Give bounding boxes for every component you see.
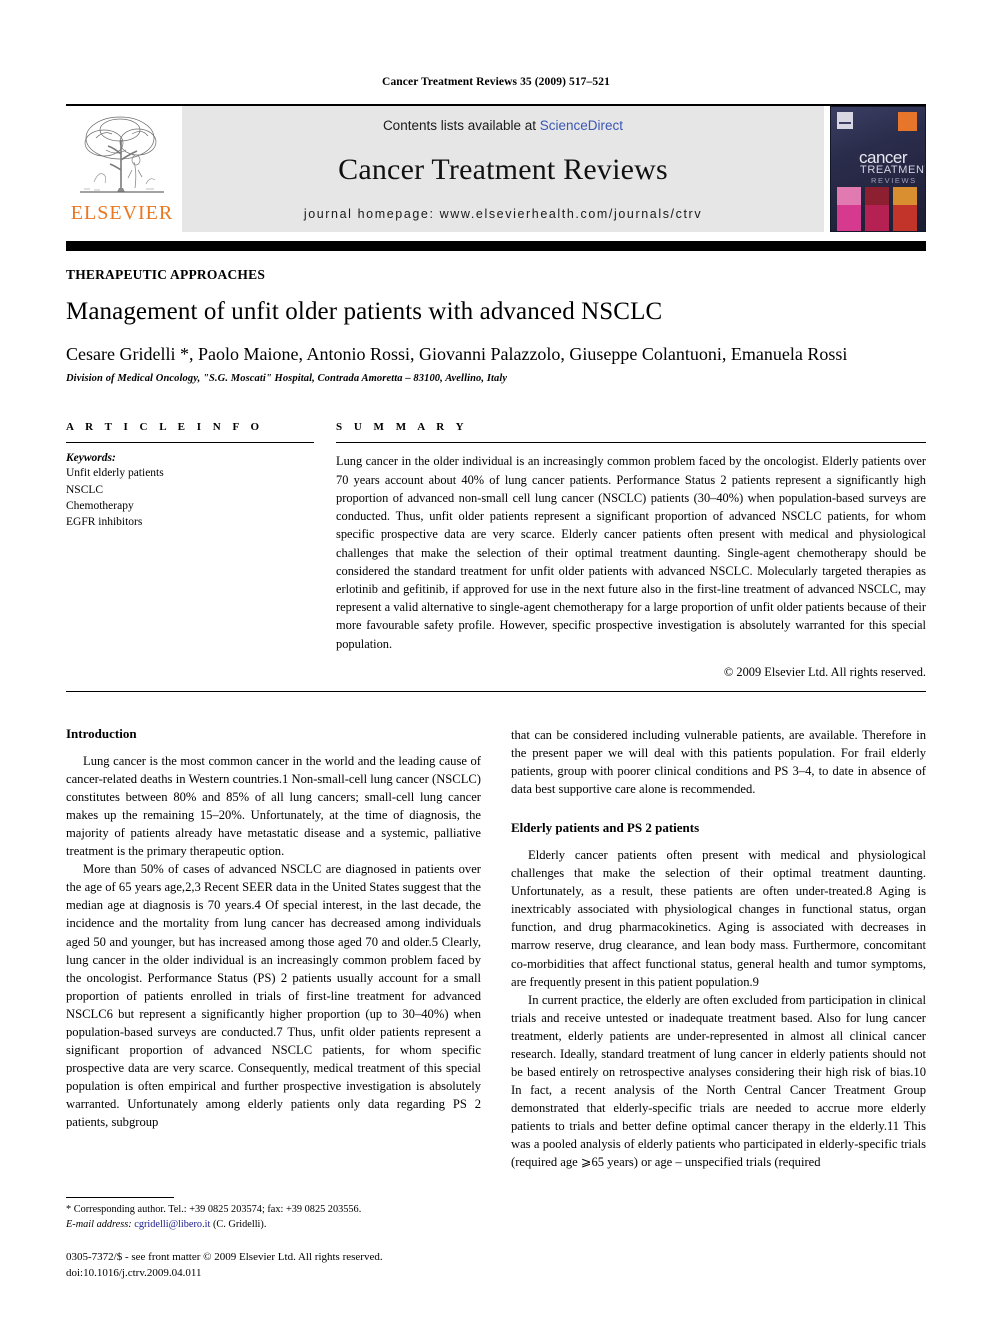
list-item: NSCLC: [66, 483, 104, 496]
article-info-rule: [66, 442, 314, 444]
body-column-right: that can be considered including vulnera…: [511, 726, 926, 1281]
cover-title-reviews: REVIEWS: [871, 176, 917, 185]
paragraph: More than 50% of cases of advanced NSCLC…: [66, 862, 481, 1130]
elsevier-wordmark: ELSEVIER: [70, 202, 174, 224]
sciencedirect-link[interactable]: ScienceDirect: [540, 118, 623, 133]
summary-text: Lung cancer in the older individual is a…: [336, 454, 926, 651]
elsevier-logo: ELSEVIER: [66, 106, 178, 232]
journal-cover-thumbnail: cancer TREATMENT REVIEWS: [830, 106, 926, 232]
cover-elsevier-icon: [837, 112, 853, 129]
summary-heading: S U M M A R Y: [336, 421, 469, 434]
paragraph: Elderly cancer patients often present wi…: [511, 848, 926, 989]
email-note: E-mail address: cgridelli@libero.it (C. …: [66, 1218, 481, 1233]
issn-block: 0305-7372/$ - see front matter © 2009 El…: [66, 1250, 481, 1281]
affiliation: Division of Medical Oncology, "S.G. Mosc…: [66, 373, 508, 385]
keywords-list: Unfit elderly patients NSCLC Chemotherap…: [66, 465, 314, 530]
body-column-left: Introduction Lung cancer is the most com…: [66, 726, 481, 1281]
page-title: Management of unfit older patients with …: [66, 298, 663, 325]
footnote-area: * Corresponding author. Tel.: +39 0825 2…: [66, 1197, 481, 1281]
footnote-rule: [66, 1197, 174, 1199]
cover-title-treatment: TREATMENT: [860, 164, 926, 176]
list-item: Chemotherapy: [66, 500, 134, 512]
journal-homepage-line[interactable]: journal homepage: www.elsevierhealth.com…: [304, 207, 702, 221]
running-head: Cancer Treatment Reviews 35 (2009) 517–5…: [382, 76, 610, 88]
journal-masthead: ELSEVIER Contents lists available at Sci…: [66, 104, 926, 232]
copyright-line: © 2009 Elsevier Ltd. All rights reserved…: [723, 664, 926, 679]
email-label: E-mail address:: [66, 1218, 132, 1230]
corresponding-author-note: * Corresponding author. Tel.: +39 0825 2…: [66, 1204, 362, 1216]
info-summary-block: A R T I C L E I N F O Keywords: Unfit el…: [66, 421, 926, 680]
paragraph: that can be considered including vulnera…: [511, 727, 926, 797]
email-link[interactable]: cgridelli@libero.it: [134, 1219, 210, 1230]
journal-article-page: Cancer Treatment Reviews 35 (2009) 517–5…: [0, 0, 992, 1323]
cover-color-strip-3: [893, 187, 917, 231]
body-columns: Introduction Lung cancer is the most com…: [66, 726, 926, 1281]
email-suffix: (C. Gridelli).: [210, 1218, 267, 1230]
issn-line: 0305-7372/$ - see front matter © 2009 El…: [66, 1251, 383, 1264]
section-kicker: THERAPEUTIC APPROACHES: [66, 267, 266, 282]
list-item: Unfit elderly patients: [66, 467, 164, 480]
paragraph: Lung cancer is the most common cancer in…: [66, 753, 481, 859]
summary-column: S U M M A R Y Lung cancer in the older i…: [336, 421, 926, 680]
masthead-black-rule: [66, 241, 926, 251]
article-info-column: A R T I C L E I N F O Keywords: Unfit el…: [66, 421, 314, 680]
cover-color-strip-1: [837, 187, 861, 231]
section-heading-elderly-ps2: Elderly patients and PS 2 patients: [511, 820, 700, 836]
keywords-label: Keywords:: [66, 452, 116, 465]
cover-orange-square: [898, 112, 917, 131]
author-list: Cesare Gridelli *, Paolo Maione, Antonio…: [66, 343, 848, 364]
cover-color-strip-2: [865, 187, 889, 231]
doi-line: doi:10.1016/j.ctrv.2009.04.011: [66, 1266, 202, 1279]
paragraph: In current practice, the elderly are oft…: [511, 992, 926, 1170]
list-item: EGFR inhibitors: [66, 516, 143, 529]
section-heading-introduction: Introduction: [66, 725, 137, 741]
article-info-heading: A R T I C L E I N F O: [66, 421, 264, 434]
journal-title: Cancer Treatment Reviews: [338, 153, 668, 187]
contents-available-line: Contents lists available at ScienceDirec…: [383, 118, 623, 133]
contents-prefix: Contents lists available at: [382, 118, 540, 133]
elsevier-tree-icon: [76, 110, 168, 202]
summary-rule: [336, 442, 926, 444]
abstract-bottom-rule: [66, 690, 926, 692]
journal-band: Contents lists available at ScienceDirec…: [182, 106, 824, 232]
